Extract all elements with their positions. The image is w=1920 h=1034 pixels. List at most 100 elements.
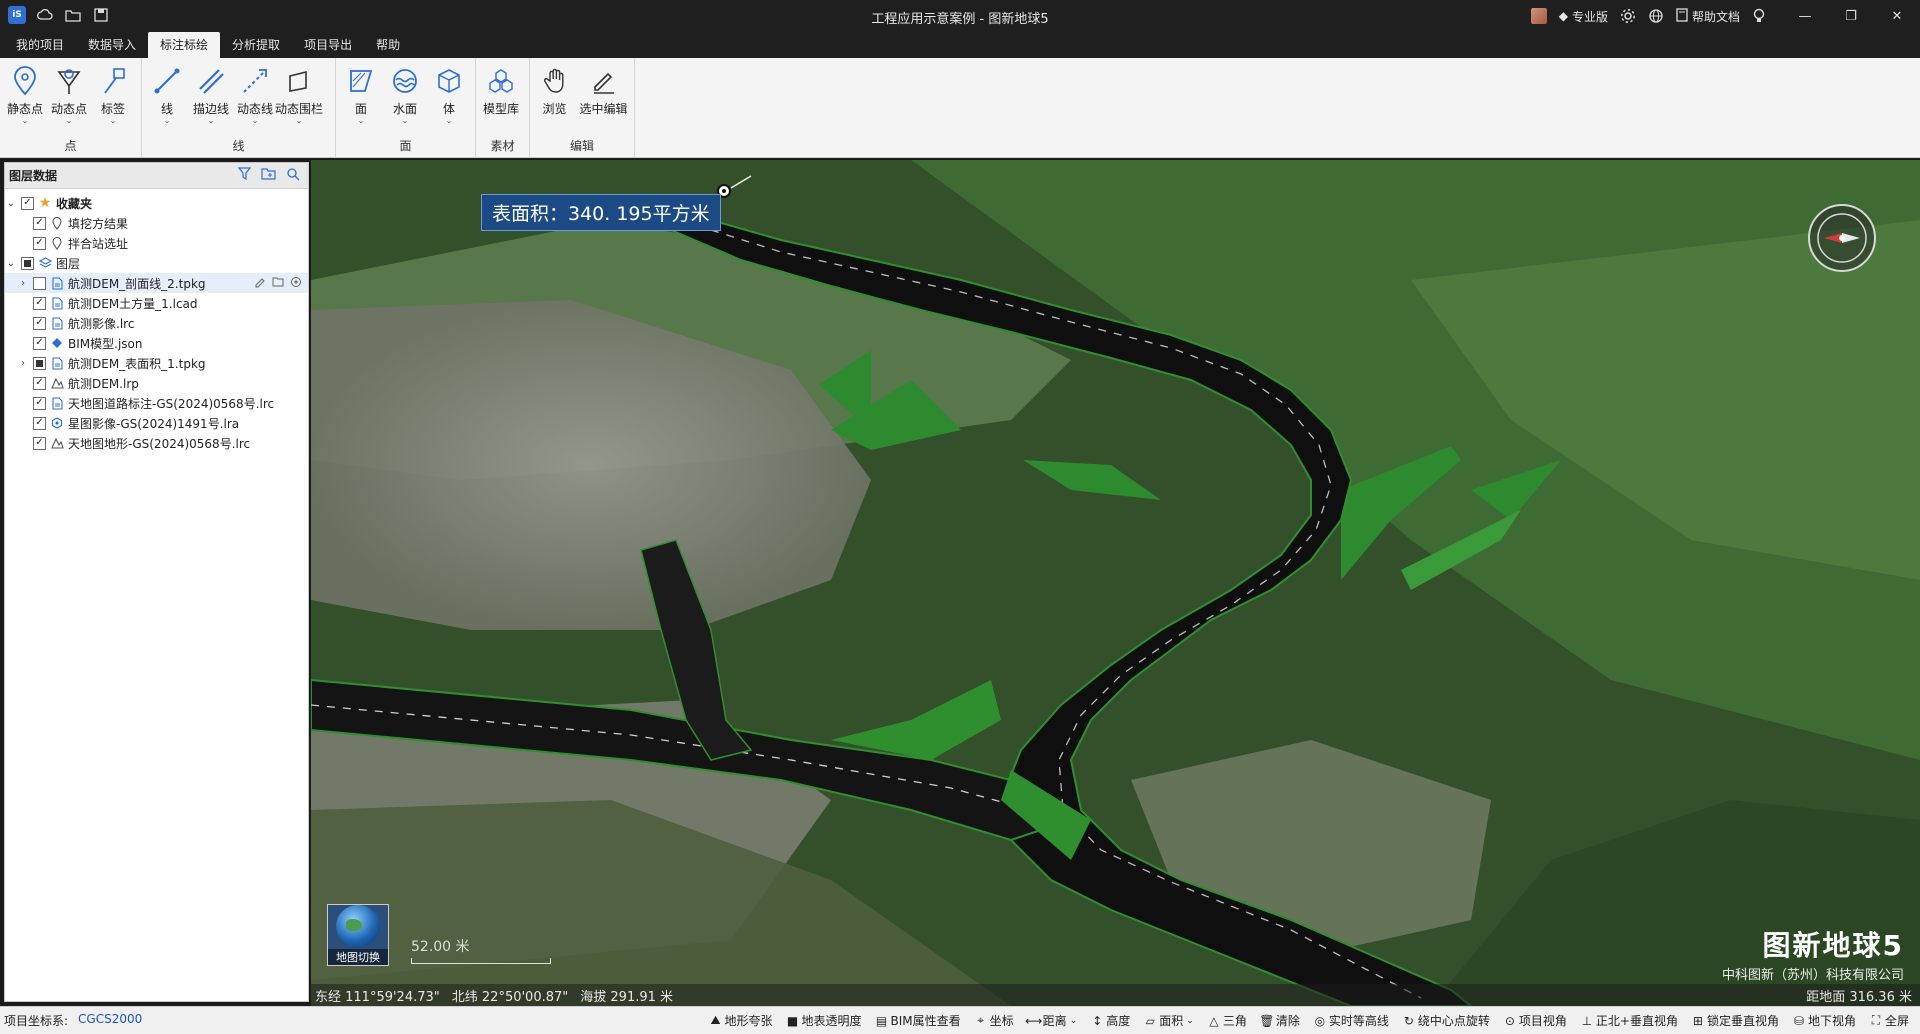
clear-button[interactable]: 🗑 清除 xyxy=(1254,1012,1307,1029)
trash-icon: 🗑 xyxy=(1259,1013,1275,1028)
underground-view-button[interactable]: ⛁ 地下视角 xyxy=(1786,1012,1863,1029)
tab-my-project[interactable]: 我的项目 xyxy=(4,32,76,58)
checkbox[interactable]: ✓ xyxy=(33,296,46,310)
compass-icon[interactable] xyxy=(1806,202,1878,274)
help-doc-button[interactable]: 帮助文档 xyxy=(1670,0,1746,32)
surface-opacity-button[interactable]: ■ 地表透明度 xyxy=(780,1012,869,1029)
add-icon[interactable] xyxy=(272,276,284,291)
bim-property-button[interactable]: ▤ BIM属性查看 xyxy=(869,1012,968,1029)
terrain-exaggeration-button[interactable]: ⛰ 地形夸张 xyxy=(702,1012,779,1029)
height-button[interactable]: ↕ 高度 xyxy=(1084,1012,1137,1029)
add-folder-icon[interactable] xyxy=(261,167,276,184)
triangle-button[interactable]: △ 三角 xyxy=(1201,1012,1254,1029)
checkbox[interactable]: ✓ xyxy=(33,436,46,450)
map-viewport[interactable]: 表面积：340. 195平方米 地图切换 52.00 米 图新地球5 中科图新（… xyxy=(311,160,1920,1006)
checkbox[interactable]: ✓ xyxy=(33,416,46,430)
globe-icon[interactable] xyxy=(1642,0,1670,32)
crs-value[interactable]: CGCS2000 xyxy=(78,1012,142,1029)
layer-row[interactable]: › 航测DEM_剖面线_2.tpkg xyxy=(5,273,308,293)
fence-icon xyxy=(282,64,316,98)
tag-label: 标签 xyxy=(100,102,125,116)
collapse-arrow-icon[interactable]: ⌄ xyxy=(5,198,17,209)
layer-row[interactable]: ✓ 天地图道路标注-GS(2024)0568号.lrc xyxy=(5,393,308,413)
project-view-button[interactable]: ⊙ 项目视角 xyxy=(1497,1012,1574,1029)
chevron-down-icon: ⌄ xyxy=(1069,1015,1078,1026)
list-item[interactable]: ✓ 拌合站选址 xyxy=(5,233,308,253)
latitude-readout: 北纬 22°50'00.87" xyxy=(451,989,569,1005)
checkbox[interactable]: ✓ xyxy=(33,236,46,250)
tab-data-import[interactable]: 数据导入 xyxy=(76,32,148,58)
bim-icon: ▤ xyxy=(875,1013,888,1028)
layer-row[interactable]: ✓ 航测DEM.lrp xyxy=(5,373,308,393)
layer-row[interactable]: ✓ 天地图地形-GS(2024)0568号.lrc xyxy=(5,433,308,453)
scale-bar-line xyxy=(411,958,551,964)
tab-export[interactable]: 项目导出 xyxy=(292,32,364,58)
checkbox[interactable]: ✓ xyxy=(33,336,46,350)
fullscreen-button[interactable]: ⛶ 全屏 xyxy=(1863,1012,1916,1029)
ribbon-group-surface: 面 ⌄ 水面 ⌄ 体 ⌄ 面 xyxy=(336,58,476,158)
restore-button[interactable]: ❐ xyxy=(1828,0,1874,32)
terrain-layer-icon xyxy=(50,436,64,450)
settings-gear-icon[interactable] xyxy=(1614,0,1642,32)
expand-arrow-icon[interactable]: › xyxy=(17,278,29,289)
tool-label: 绕中心点旋转 xyxy=(1417,1014,1490,1028)
coordinate-button[interactable]: ⌖ 坐标 xyxy=(968,1012,1021,1029)
dynamic-point-icon xyxy=(52,64,86,98)
ribbon-group-line: 线 ⌄ 描边线 ⌄ 动态线 ⌄ 动态围栏 ⌄ 线 xyxy=(142,58,336,158)
filter-icon[interactable] xyxy=(237,167,252,184)
star-icon: ★ xyxy=(38,195,52,211)
layer-row[interactable]: ✓ 航测影像.lrc xyxy=(5,313,308,333)
save-icon[interactable] xyxy=(92,6,110,24)
edit-icon[interactable] xyxy=(254,276,266,291)
north-vertical-button[interactable]: ⊥ 正北+垂直视角 xyxy=(1574,1012,1685,1029)
scale-bar: 52.00 米 xyxy=(411,936,551,964)
lock-vertical-button[interactable]: ⊞ 锁定垂直视角 xyxy=(1685,1012,1786,1029)
layer-tree: ⌄ ✓ ★ 收藏夹 ✓ 填挖方结果 ✓ 拌合站选址 ⌄ 图层 › 航测DEM_剖… xyxy=(5,189,308,453)
layer-label: 航测影像.lrc xyxy=(68,316,135,331)
opacity-icon: ■ xyxy=(786,1013,799,1028)
list-item[interactable]: ✓ 填挖方结果 xyxy=(5,213,308,233)
area-button[interactable]: ▱ 面积 ⌄ xyxy=(1137,1012,1201,1029)
tab-help[interactable]: 帮助 xyxy=(364,32,412,58)
rotate-center-button[interactable]: ↻ 绕中心点旋转 xyxy=(1396,1012,1497,1029)
tool-label: 地下视角 xyxy=(1807,1014,1856,1028)
checkbox[interactable]: ✓ xyxy=(33,396,46,410)
map-switch-button[interactable]: 地图切换 xyxy=(327,904,389,966)
expand-arrow-icon[interactable]: › xyxy=(17,358,29,369)
layer-row[interactable]: ✓ 星图影像-GS(2024)1491号.lra xyxy=(5,413,308,433)
tree-node-favorites[interactable]: ⌄ ✓ ★ 收藏夹 xyxy=(5,193,308,213)
layer-label: 天地图地形-GS(2024)0568号.lrc xyxy=(68,436,251,451)
layer-row[interactable]: ✓ BIM模型.json xyxy=(5,333,308,353)
ribbon-group-point: 静态点 ⌄ 动态点 ⌄ 标签 ⌄ 点 xyxy=(0,58,142,158)
tree-node-layers[interactable]: ⌄ 图层 xyxy=(5,253,308,273)
coordinate-icon: ⌖ xyxy=(977,1013,985,1027)
checkbox[interactable] xyxy=(33,276,46,290)
cube-icon xyxy=(432,64,466,98)
layer-label: 星图影像-GS(2024)1491号.lra xyxy=(68,416,240,431)
layer-row[interactable]: › 航测DEM_表面积_1.tpkg xyxy=(5,353,308,373)
edition-badge[interactable]: ◆ 专业版 xyxy=(1553,0,1614,32)
collapse-arrow-icon[interactable]: ⌄ xyxy=(5,258,17,269)
distance-button[interactable]: ⟷ 距离 ⌄ xyxy=(1021,1012,1085,1029)
tab-annotate[interactable]: 标注标绘 xyxy=(148,32,221,58)
cloud-icon[interactable] xyxy=(36,6,54,24)
checkbox[interactable] xyxy=(21,256,34,270)
chevron-down-icon: ⌄ xyxy=(357,116,365,125)
tab-analysis[interactable]: 分析提取 xyxy=(220,32,292,58)
checkbox[interactable] xyxy=(33,356,46,370)
user-avatar[interactable] xyxy=(1525,0,1553,32)
checkbox[interactable]: ✓ xyxy=(33,376,46,390)
close-button[interactable]: ✕ xyxy=(1874,0,1920,32)
tool-label: 三角 xyxy=(1222,1014,1247,1028)
layer-row[interactable]: ✓ 航测DEM土方量_1.lcad xyxy=(5,293,308,313)
rotate-icon: ↻ xyxy=(1403,1013,1414,1028)
checkbox[interactable]: ✓ xyxy=(33,216,46,230)
checkbox[interactable]: ✓ xyxy=(33,316,46,330)
open-folder-icon[interactable] xyxy=(64,6,82,24)
search-layer-icon[interactable] xyxy=(286,167,300,184)
minimize-button[interactable]: — xyxy=(1782,0,1828,32)
lightbulb-icon[interactable] xyxy=(1746,0,1772,32)
checkbox[interactable]: ✓ xyxy=(21,196,34,210)
contour-button[interactable]: ◎ 实时等高线 xyxy=(1307,1012,1396,1029)
locate-icon[interactable] xyxy=(290,276,302,291)
